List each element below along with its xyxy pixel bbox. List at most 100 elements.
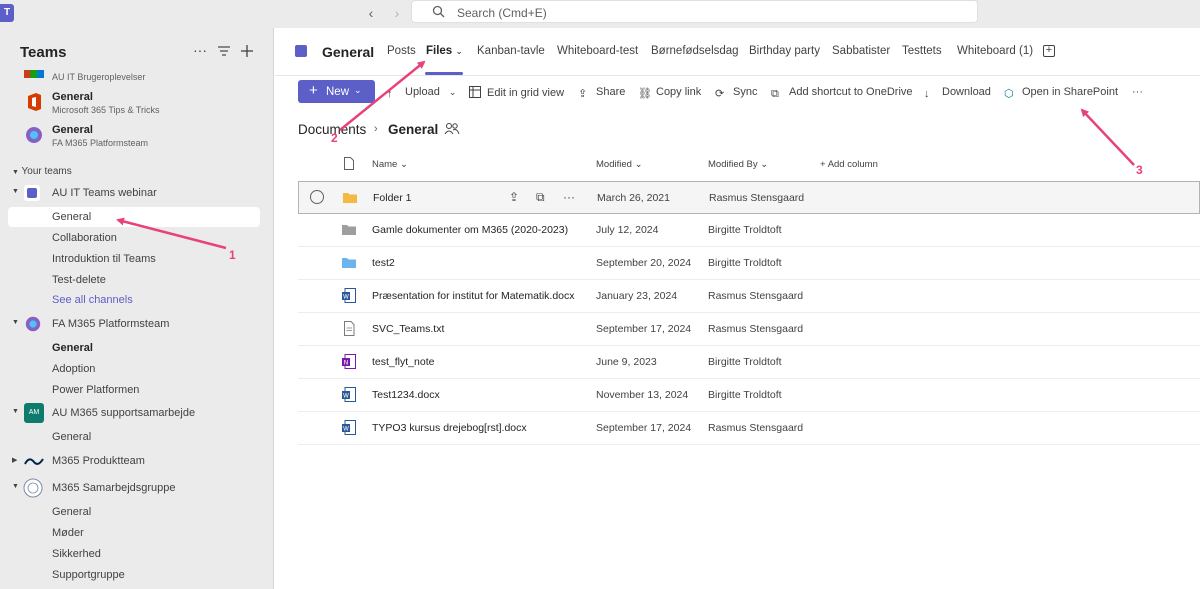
channel-moder[interactable]: Møder <box>52 527 84 539</box>
tab-whiteboard-1[interactable]: Whiteboard (1) <box>957 45 1033 57</box>
annotation-number-3: 3 <box>1136 163 1143 177</box>
channel-general[interactable]: General <box>52 342 93 354</box>
column-modified[interactable]: Modified ⌄ <box>596 159 643 170</box>
channel-adoption[interactable]: Adoption <box>52 363 95 375</box>
table-row[interactable]: W TYPO3 kursus drejebog[rst].docx Septem… <box>298 412 1200 445</box>
channel-sikkerhed[interactable]: Sikkerhed <box>52 548 101 560</box>
open-sharepoint-label: Open in SharePoint <box>1022 86 1119 98</box>
modified-date: September 17, 2024 <box>596 323 692 335</box>
breadcrumb-current-label: General <box>388 122 439 137</box>
tab-birthday-party[interactable]: Birthday party <box>749 45 820 57</box>
see-all-channels-link[interactable]: See all channels <box>52 294 133 306</box>
search-input[interactable]: Search (Cmd+E) <box>411 0 978 23</box>
search-placeholder: Search (Cmd+E) <box>457 6 547 20</box>
word-file-icon: W <box>342 420 356 435</box>
shortcut-icon[interactable]: ⧉ <box>536 191 548 203</box>
caret-down-icon: ▼ <box>12 169 19 176</box>
more-options-icon[interactable]: ··· <box>563 191 575 203</box>
table-row[interactable]: SVC_Teams.txt September 17, 2024 Rasmus … <box>298 313 1200 346</box>
select-checkbox[interactable] <box>310 190 324 204</box>
tab-kanban-tavle[interactable]: Kanban-tavle <box>477 45 545 57</box>
tab-bornefodselsdag[interactable]: Børnefødselsdag <box>651 45 739 57</box>
table-row[interactable]: Folder 1 ⇪ ⧉ ··· March 26, 2021 Rasmus S… <box>298 181 1200 214</box>
filter-icon[interactable] <box>218 46 230 56</box>
teams-sidebar: Teams ··· AU IT Brugeroplevelser General… <box>0 28 274 589</box>
file-name[interactable]: TYPO3 kursus drejebog[rst].docx <box>372 422 527 434</box>
folder-icon <box>342 225 356 235</box>
add-tab-icon[interactable]: + <box>1043 45 1055 57</box>
copy-link-button[interactable]: ⛓ Copy link <box>638 86 701 100</box>
chevron-left-icon[interactable]: ‹ <box>362 4 380 22</box>
tab-files[interactable]: Files ⌄ <box>426 45 463 57</box>
modified-by: Birgitte Troldtoft <box>708 224 782 236</box>
column-name[interactable]: Name ⌄ <box>372 159 408 170</box>
channel-supportgruppe[interactable]: Supportgruppe <box>52 569 125 581</box>
team-au-m365-supportsamarbejde[interactable]: ▼ AM AU M365 supportsamarbejde <box>0 403 273 425</box>
channel-general[interactable]: General <box>52 211 91 223</box>
share-icon[interactable]: ⇪ <box>509 191 521 203</box>
add-shortcut-button[interactable]: ⧉ Add shortcut to OneDrive <box>771 86 913 100</box>
channel-header: General Posts Files ⌄ Kanban-tavle White… <box>275 28 1200 76</box>
edit-grid-view-button[interactable]: Edit in grid view <box>469 86 564 99</box>
column-modified-by[interactable]: Modified By ⌄ <box>708 159 768 170</box>
file-name[interactable]: Gamle dokumenter om M365 (2020-2023) <box>372 224 568 236</box>
tab-posts[interactable]: Posts <box>387 45 416 57</box>
table-row[interactable]: W Test1234.docx November 13, 2024 Birgit… <box>298 379 1200 412</box>
chat-subtitle: FA M365 Platformsteam <box>52 138 149 148</box>
channel-general[interactable]: General <box>52 506 91 518</box>
new-button[interactable]: + New ⌄ <box>298 80 375 103</box>
onenote-file-icon: N <box>342 354 356 369</box>
team-m365-samarbejdsgruppe[interactable]: ▼ M365 Samarbejdsgruppe <box>0 478 273 500</box>
channel-collaboration[interactable]: Collaboration <box>52 232 117 244</box>
folder-icon <box>342 258 356 268</box>
file-name[interactable]: SVC_Teams.txt <box>372 323 444 335</box>
caret-right-icon: ▶ <box>12 457 18 464</box>
more-actions-button[interactable]: ··· <box>1132 86 1143 98</box>
tab-sabbatister[interactable]: Sabbatister <box>832 45 890 57</box>
chat-item[interactable]: General FA M365 Platformsteam <box>0 121 273 153</box>
search-icon <box>432 5 445 18</box>
section-your-teams[interactable]: ▼ Your teams <box>12 166 72 177</box>
channel-test-delete[interactable]: Test-delete <box>52 274 106 286</box>
chat-item[interactable]: General Microsoft 365 Tips & Tricks <box>0 88 273 120</box>
add-column-button[interactable]: + Add column <box>820 159 878 170</box>
copilot-logo-icon <box>25 316 41 332</box>
modified-date: March 26, 2021 <box>597 192 670 204</box>
table-row[interactable]: N test_flyt_note June 9, 2023 Birgitte T… <box>298 346 1200 379</box>
channel-general[interactable]: General <box>52 431 91 443</box>
file-name[interactable]: test2 <box>372 257 395 269</box>
chat-item[interactable]: AU IT Brugeroplevelser <box>0 70 273 84</box>
team-m365-produktteam[interactable]: ▶ M365 Produktteam <box>0 451 273 473</box>
chevron-right-icon[interactable]: › <box>388 4 406 22</box>
modified-date: July 12, 2024 <box>596 224 659 236</box>
channel-introduktion[interactable]: Introduktion til Teams <box>52 253 156 265</box>
file-name[interactable]: Test1234.docx <box>372 389 440 401</box>
file-name[interactable]: Præsentation for institut for Matematik.… <box>372 290 575 302</box>
chevron-down-icon: ⌄ <box>448 87 457 97</box>
teams-logo-icon <box>294 44 308 58</box>
svg-text:N: N <box>344 360 349 367</box>
more-options-icon[interactable]: ··· <box>193 42 207 58</box>
chevron-down-icon: ⌄ <box>760 159 769 170</box>
file-name[interactable]: Folder 1 <box>373 192 412 204</box>
file-name[interactable]: test_flyt_note <box>372 356 434 368</box>
new-label: New <box>326 86 350 98</box>
sync-button[interactable]: ⟳ Sync <box>715 86 757 100</box>
download-button[interactable]: ↓ Download <box>924 86 991 100</box>
tab-testtets[interactable]: Testtets <box>902 45 942 57</box>
table-row[interactable]: W Præsentation for institut for Matemati… <box>298 280 1200 313</box>
add-icon[interactable] <box>241 45 253 57</box>
folder-icon <box>343 193 357 203</box>
open-in-sharepoint-button[interactable]: ⬡ Open in SharePoint <box>1004 86 1119 100</box>
seal-logo-icon <box>23 478 43 498</box>
tab-whiteboard-test[interactable]: Whiteboard-test <box>557 45 638 57</box>
team-au-it-teams-webinar[interactable]: ▼ AU IT Teams webinar <box>0 183 273 205</box>
people-icon[interactable] <box>444 122 460 135</box>
channel-power-platformen[interactable]: Power Platformen <box>52 384 139 396</box>
table-row[interactable]: test2 September 20, 2024 Birgitte Troldt… <box>298 247 1200 280</box>
team-fa-m365-platformsteam[interactable]: ▼ FA M365 Platformsteam <box>0 314 273 336</box>
upload-button[interactable]: ↑ Upload ⌄ <box>387 86 456 100</box>
plus-icon: + <box>309 82 318 99</box>
share-button[interactable]: ⇪ Share <box>578 86 625 100</box>
table-row[interactable]: Gamle dokumenter om M365 (2020-2023) Jul… <box>298 214 1200 247</box>
